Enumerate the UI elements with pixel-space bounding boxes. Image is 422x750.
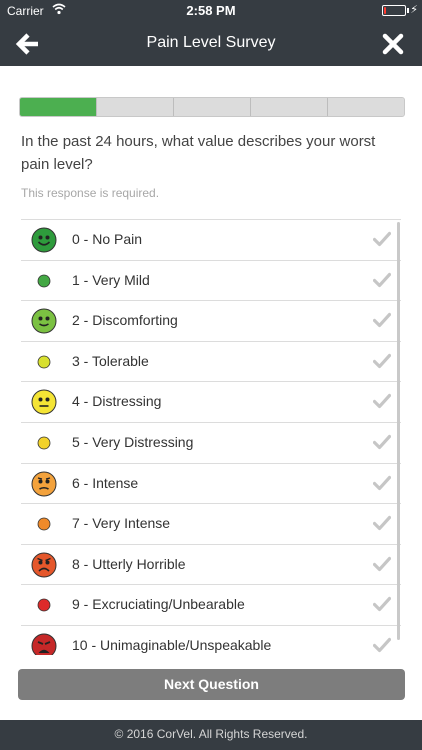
worried-face-icon [31,471,57,497]
status-time: 2:58 PM [186,3,236,18]
progress-segment [174,98,251,116]
pain-option-1[interactable]: 1 - Very Mild [21,261,401,302]
checkmark-icon [372,434,392,450]
checkmark-icon [372,515,392,531]
progress-segment [97,98,174,116]
checkmark-icon [372,393,392,409]
pain-option-9[interactable]: 9 - Excruciating/Unbearable [21,585,401,626]
neutral-face-icon [31,389,57,415]
footer: © 2016 CorVel. All Rights Reserved. [0,720,422,750]
pain-option-label: 4 - Distressing [72,393,162,410]
checkmark-icon [372,637,392,653]
checkmark-icon [372,475,392,491]
pain-option-8[interactable]: 8 - Utterly Horrible [21,545,401,586]
pain-option-label: 3 - Tolerable [72,352,149,369]
status-bar: Carrier 2:58 PM ⚡ [0,0,422,22]
progress-segment [251,98,328,116]
pain-option-label: 6 - Intense [72,474,139,491]
slight-smile-face-icon [31,308,57,334]
smiley-face-icon [31,227,57,253]
pain-option-2[interactable]: 2 - Discomforting [21,301,401,342]
nav-bar: Pain Level Survey [0,22,422,66]
pain-option-4[interactable]: 4 - Distressing [21,382,401,423]
pain-option-0[interactable]: 0 - No Pain [21,220,401,261]
pain-option-6[interactable]: 6 - Intense [21,464,401,505]
dot-icon [31,592,57,618]
battery-level [384,7,386,14]
dot-icon [31,268,57,294]
pain-option-label: 0 - No Pain [72,231,143,247]
required-note: This response is required. [21,186,160,200]
progress-segment [20,98,97,116]
dot-icon [31,349,57,375]
checkmark-icon [372,353,392,369]
checkmark-icon [372,272,392,288]
pain-option-label: 1 - Very Mild [72,271,150,288]
checkmark-icon [372,556,392,572]
checkmark-icon [372,231,392,247]
page-title: Pain Level Survey [146,34,276,51]
pain-option-10[interactable]: 10 - Unimaginable/Unspeakable [21,626,401,655]
survey-progress-bar [19,97,405,117]
battery-tip [407,8,409,13]
charging-icon: ⚡ [410,4,418,16]
pain-option-label: 9 - Excruciating/Unbearable [72,596,245,613]
close-icon [382,33,404,55]
pain-option-label: 8 - Utterly Horrible [72,555,186,572]
sad-face-icon [31,552,57,578]
crying-face-icon [31,633,57,655]
pain-option-label: 5 - Very Distressing [72,433,194,450]
pain-option-label: 7 - Very Intense [72,515,171,532]
dot-icon [31,511,57,537]
next-question-button[interactable]: Next Question [18,669,405,700]
scrollbar[interactable] [397,222,400,640]
checkmark-icon [372,596,392,612]
progress-segment [328,98,404,116]
pain-option-7[interactable]: 7 - Very Intense [21,504,401,545]
pain-option-5[interactable]: 5 - Very Distressing [21,423,401,464]
battery-icon [382,5,406,16]
question-text: In the past 24 hours, what value describ… [21,133,376,173]
pain-options-list: 0 - No Pain 1 - Very Mild 2 - Discomfortin… [21,219,401,655]
pain-option-label: 10 - Unimaginable/Unspeakable [72,636,272,653]
checkmark-icon [372,312,392,328]
pain-option-label: 2 - Discomforting [72,312,178,329]
pain-option-3[interactable]: 3 - Tolerable [21,342,401,383]
dot-icon [31,430,57,456]
close-button[interactable] [380,31,406,57]
header-bar: Carrier 2:58 PM ⚡ Pain Level Survey [0,0,422,66]
